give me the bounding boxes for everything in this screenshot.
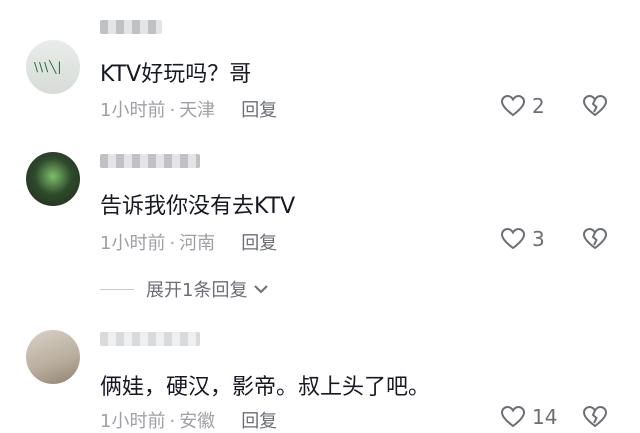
expand-replies-label: 展开1条回复 [146,280,248,301]
dislike-button[interactable] [582,94,608,118]
like-button[interactable]: 14 [500,405,557,429]
like-count: 2 [532,94,545,118]
comment-location: 安徽 [179,411,216,432]
like-count: 3 [532,227,545,251]
comment-text: 告诉我你没有去KTV [100,194,296,219]
comment-time: 1小时前 [100,411,166,432]
meta-separator: · [169,411,176,432]
dislike-button[interactable] [582,227,608,251]
broken-heart-icon [582,227,608,250]
meta-separator: · [169,233,176,254]
comment-meta: 1小时前 · 天津 回复 [100,96,277,122]
reply-button[interactable]: 回复 [241,411,277,432]
heart-outline-icon [500,227,526,250]
broken-heart-icon [582,94,608,117]
expand-replies-button[interactable]: 展开1条回复 [100,276,269,302]
meta-separator: · [169,100,176,121]
avatar[interactable] [26,330,80,384]
comment-text: 俩娃，硬汉，影帝。叔上头了吧。 [100,375,431,400]
reply-button[interactable]: 回复 [241,100,277,121]
comment-time: 1小时前 [100,233,166,254]
heart-outline-icon [500,94,526,117]
broken-heart-icon [582,405,608,428]
heart-outline-icon [500,405,526,428]
username-blurred[interactable] [100,154,200,168]
username-blurred[interactable] [100,20,162,34]
username-blurred[interactable] [100,332,200,346]
expand-divider [100,288,134,290]
comment-meta: 1小时前 · 河南 回复 [100,229,277,255]
avatar[interactable]: \\\╲| [26,40,80,94]
comment-time: 1小时前 [100,100,166,121]
comment-meta: 1小时前 · 安徽 回复 [100,407,277,433]
dislike-button[interactable] [582,405,608,429]
like-button[interactable]: 3 [500,227,545,251]
comment-location: 河南 [179,233,216,254]
reply-button[interactable]: 回复 [241,233,277,254]
comment-text: KTV好玩吗？哥 [100,62,252,87]
like-button[interactable]: 2 [500,94,545,118]
comment-location: 天津 [179,100,216,121]
like-count: 14 [532,405,558,429]
chevron-down-icon [254,285,269,294]
avatar-mark: \\\╲| [34,60,63,74]
avatar[interactable] [26,152,80,206]
